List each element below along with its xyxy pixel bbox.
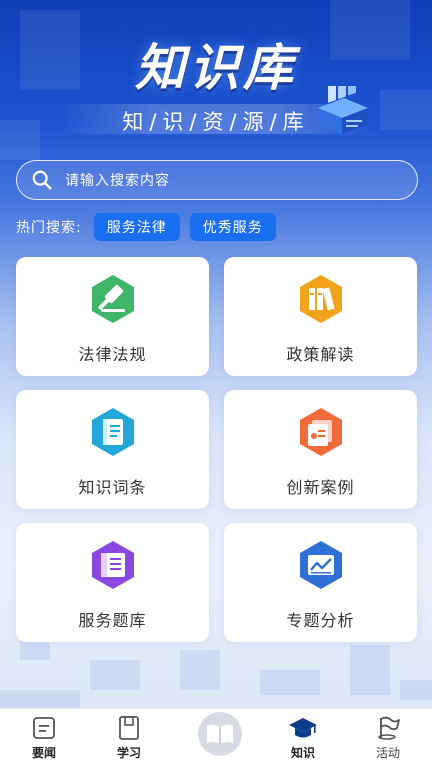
category-policy-card[interactable]: 政策解读 [224, 257, 417, 376]
hot-search-label: 热门搜索: [16, 220, 82, 236]
chart-icon [300, 541, 342, 589]
books-icon [300, 275, 342, 323]
question-bank-icon [92, 541, 134, 589]
graduation-cap-icon [289, 718, 317, 738]
gavel-icon [92, 275, 134, 323]
hot-tag-excellent-service[interactable]: 优秀服务 [189, 213, 276, 241]
category-label: 知识词条 [78, 478, 147, 497]
hot-tag-service-law[interactable]: 服务法律 [93, 213, 180, 241]
tab-label: 要闻 [31, 746, 56, 760]
category-label: 政策解读 [286, 345, 355, 364]
tab-news[interactable]: 要闻 [14, 713, 74, 767]
center-library-button[interactable] [198, 712, 242, 756]
category-label: 专题分析 [286, 611, 355, 630]
book-icon [92, 408, 134, 456]
server-box-icon [318, 86, 368, 134]
search-input[interactable]: 请输入搜索内容 [16, 160, 418, 200]
certificate-icon [300, 408, 342, 456]
news-icon [33, 717, 55, 739]
study-icon [119, 716, 139, 740]
category-glossary-card[interactable]: 知识词条 [16, 390, 209, 509]
category-label: 服务题库 [78, 611, 147, 630]
tab-label: 知识 [290, 746, 315, 760]
category-laws-card[interactable]: 法律法规 [16, 257, 209, 376]
tab-study[interactable]: 学习 [99, 713, 159, 767]
header-banner: 知识库 知/识/资/源/库 [0, 0, 432, 150]
tab-activity[interactable]: 活动 [358, 713, 418, 767]
flag-icon [378, 716, 400, 740]
open-book-icon [207, 724, 233, 744]
search-placeholder: 请输入搜索内容 [65, 173, 170, 189]
tab-label: 活动 [375, 746, 400, 760]
tab-knowledge[interactable]: 知识 [273, 713, 333, 767]
category-cases-card[interactable]: 创新案例 [224, 390, 417, 509]
hot-search: 热门搜索: 服务法律 优秀服务 [16, 212, 286, 242]
category-label: 法律法规 [78, 345, 147, 364]
category-label: 创新案例 [286, 478, 355, 497]
search-icon [32, 170, 52, 190]
tab-label: 学习 [116, 746, 141, 760]
category-analysis-card[interactable]: 专题分析 [224, 523, 417, 642]
category-question-bank-card[interactable]: 服务题库 [16, 523, 209, 642]
